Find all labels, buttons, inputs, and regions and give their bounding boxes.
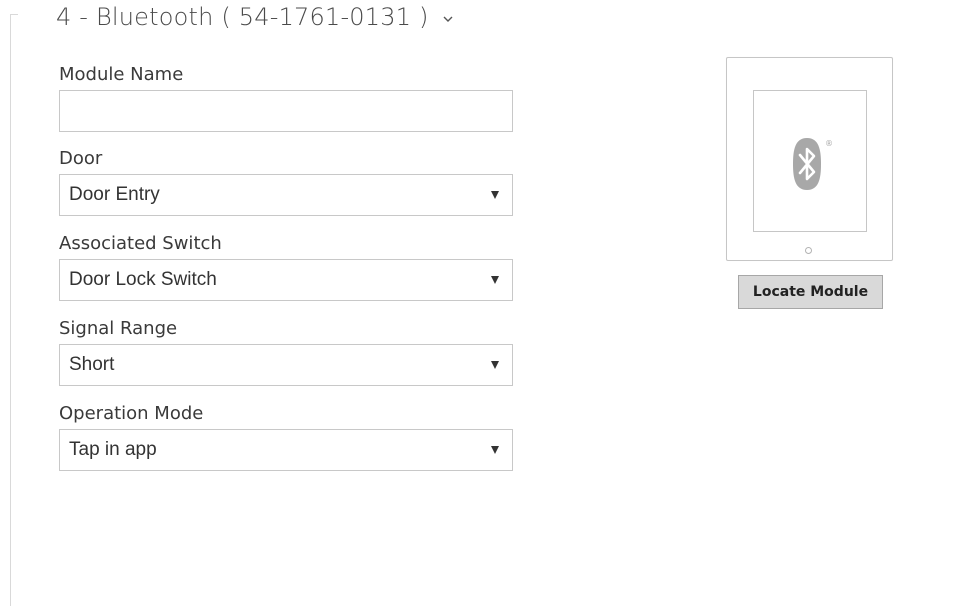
- operation-mode-select[interactable]: Tap in app: [59, 429, 513, 471]
- section-header[interactable]: 4 - Bluetooth ( 54-1761-0131 ): [56, 0, 455, 34]
- dropdown-arrow-icon: [491, 276, 499, 284]
- module-name-input[interactable]: [59, 90, 513, 132]
- locate-module-button[interactable]: Locate Module: [738, 275, 883, 309]
- section-bracket-tick: [10, 14, 18, 15]
- module-name-label: Module Name: [59, 64, 184, 85]
- operation-mode-select-value: Tap in app: [69, 439, 157, 460]
- section-bracket-line: [10, 14, 11, 606]
- door-select[interactable]: Door Entry: [59, 174, 513, 216]
- dropdown-arrow-icon: [491, 191, 499, 199]
- device-screen: ®: [753, 90, 867, 232]
- signal-range-select-value: Short: [69, 354, 115, 375]
- chevron-down-icon[interactable]: [441, 12, 455, 26]
- section-title: 4 - Bluetooth ( 54-1761-0131 ): [56, 3, 429, 31]
- module-settings-form: Module Name Door Door Entry Associated S…: [59, 60, 514, 484]
- device-led-indicator: [805, 247, 812, 254]
- associated-switch-label: Associated Switch: [59, 233, 222, 254]
- signal-range-select[interactable]: Short: [59, 344, 513, 386]
- dropdown-arrow-icon: [491, 446, 499, 454]
- bluetooth-icon: ®: [793, 138, 833, 190]
- registered-mark: ®: [825, 139, 833, 148]
- door-label: Door: [59, 148, 103, 169]
- dropdown-arrow-icon: [491, 361, 499, 369]
- door-select-value: Door Entry: [69, 184, 160, 205]
- operation-mode-label: Operation Mode: [59, 403, 204, 424]
- associated-switch-select-value: Door Lock Switch: [69, 269, 217, 290]
- module-device-preview: ®: [726, 57, 893, 261]
- signal-range-label: Signal Range: [59, 318, 178, 339]
- associated-switch-select[interactable]: Door Lock Switch: [59, 259, 513, 301]
